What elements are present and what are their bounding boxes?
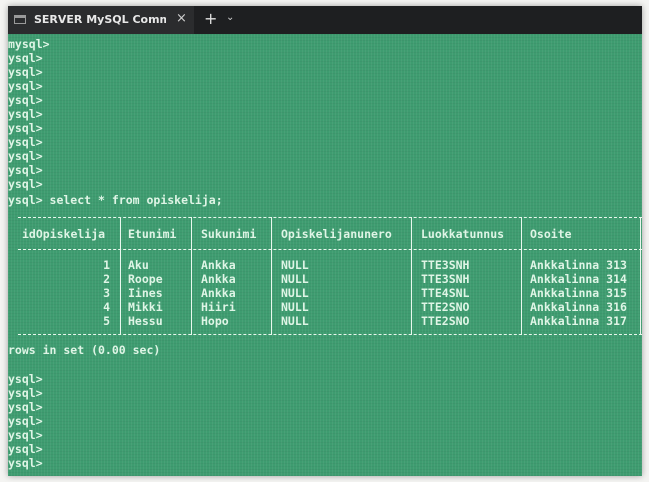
- cell-last-name: Hiiri: [201, 300, 236, 314]
- cell-id: 2: [103, 272, 110, 286]
- tab-title: SERVER MySQL Command CƸ: [34, 13, 166, 26]
- cell-class-code: TTE2SNO: [421, 314, 470, 328]
- new-tab-icon[interactable]: +: [204, 9, 217, 28]
- column-separator: [120, 217, 121, 335]
- terminal-window: SERVER MySQL Command CƸ × + ⌄ mysql> ysq…: [8, 6, 642, 476]
- cell-address: Ankkalinna 314: [530, 272, 627, 286]
- prompt-line: ysql>: [8, 177, 43, 191]
- prompt-line: ysql>: [8, 428, 43, 442]
- column-header-idopiskelija: idOpiskelija: [22, 227, 106, 241]
- prompt-line-active: ysql>: [8, 456, 43, 470]
- table-border-bottom: [18, 334, 642, 335]
- column-header-osoite: Osoite: [530, 227, 572, 241]
- cell-address: Ankkalinna 316: [530, 300, 627, 314]
- cell-first-name: Hessu: [128, 314, 163, 328]
- cell-last-name: Hopo: [201, 314, 229, 328]
- prompt-line: ysql>: [8, 163, 43, 177]
- chevron-down-icon[interactable]: ⌄: [226, 12, 234, 23]
- prompt-line: ysql>: [8, 400, 43, 414]
- cell-address: Ankkalinna 317: [530, 314, 627, 328]
- title-bar: SERVER MySQL Command CƸ × + ⌄: [8, 6, 642, 34]
- prompt-line: ysql>: [8, 51, 43, 65]
- result-summary: rows in set (0.00 sec): [8, 343, 161, 357]
- prompt-line: ysql>: [8, 372, 43, 386]
- cell-address: Ankkalinna 313: [530, 258, 627, 272]
- cell-first-name: Aku: [128, 258, 149, 272]
- cell-class-code: TTE3SNH: [421, 258, 470, 272]
- cell-class-code: TTE4SNL: [421, 286, 470, 300]
- column-separator: [271, 217, 272, 335]
- prompt-line: ysql>: [8, 121, 43, 135]
- cell-last-name: Ankka: [201, 272, 236, 286]
- column-separator: [521, 217, 522, 335]
- column-header-opiskelijanunero: Opiskelijanunero: [281, 227, 392, 241]
- cell-class-code: TTE3SNH: [421, 272, 470, 286]
- column-header-sukunimi: Sukunimi: [201, 227, 257, 241]
- cell-id: 3: [103, 286, 110, 300]
- cell-first-name: Roope: [128, 272, 163, 286]
- tab-mysql-command-client[interactable]: SERVER MySQL Command CƸ ×: [8, 6, 194, 34]
- cell-student-number: NULL: [281, 258, 309, 272]
- prompt-line: ysql>: [8, 79, 43, 93]
- column-separator: [411, 217, 412, 335]
- cell-student-number: NULL: [281, 300, 309, 314]
- column-header-luokkatunnus: Luokkatunnus: [421, 227, 505, 241]
- table-border-top: [18, 217, 642, 218]
- cell-last-name: Ankka: [201, 286, 236, 300]
- prompt-line: ysql>: [8, 386, 43, 400]
- cell-student-number: NULL: [281, 314, 309, 328]
- column-separator: [640, 217, 641, 335]
- cell-student-number: NULL: [281, 272, 309, 286]
- prompt-line: ysql>: [8, 442, 43, 456]
- column-separator: [191, 217, 192, 335]
- console-output[interactable]: mysql> ysql> ysql> ysql> ysql> ysql> ysq…: [8, 34, 642, 476]
- prompt-line: ysql>: [8, 93, 43, 107]
- table-header-separator: [18, 249, 642, 250]
- prompt-line: ysql>: [8, 135, 43, 149]
- cell-first-name: Mikki: [128, 300, 163, 314]
- cell-student-number: NULL: [281, 286, 309, 300]
- prompt-line: mysql>: [8, 37, 50, 51]
- column-header-etunimi: Etunimi: [128, 227, 177, 241]
- cell-last-name: Ankka: [201, 258, 236, 272]
- cell-id: 5: [103, 314, 110, 328]
- prompt-line: ysql>: [8, 414, 43, 428]
- cell-address: Ankkalinna 315: [530, 286, 627, 300]
- terminal-app-icon: [14, 15, 26, 24]
- close-icon[interactable]: ×: [176, 11, 187, 26]
- cell-class-code: TTE2SNO: [421, 300, 470, 314]
- query-line: ysql> select * from opiskelija;: [8, 193, 223, 207]
- cell-first-name: Iines: [128, 286, 163, 300]
- cell-id: 4: [103, 300, 110, 314]
- prompt-line: ysql>: [8, 65, 43, 79]
- prompt-line: ysql>: [8, 107, 43, 121]
- cell-id: 1: [103, 258, 110, 272]
- prompt-line: ysql>: [8, 149, 43, 163]
